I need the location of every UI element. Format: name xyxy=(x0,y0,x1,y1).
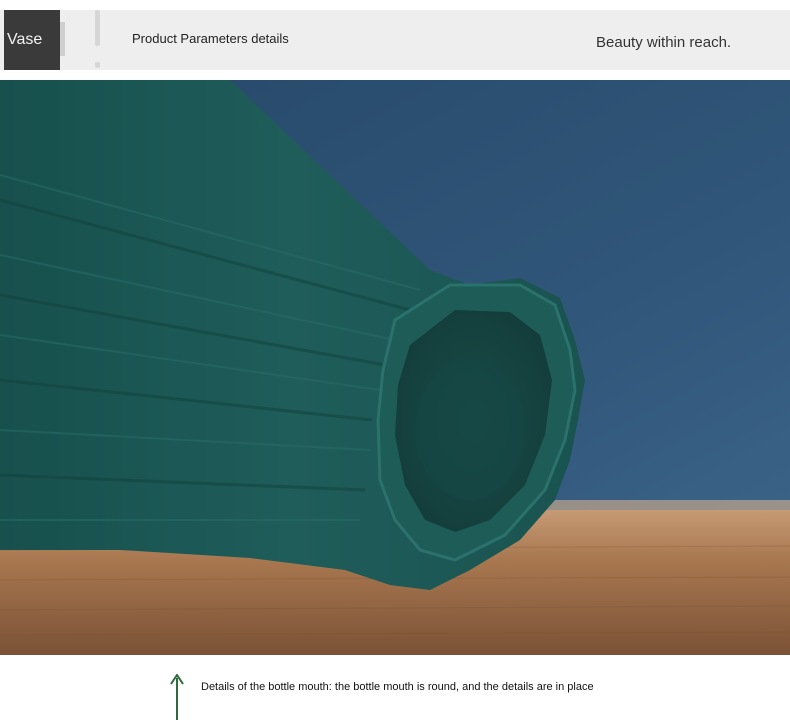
product-tag: Vase xyxy=(4,10,60,70)
arrow-up-icon xyxy=(170,674,184,720)
detail-caption: Details of the bottle mouth: the bottle … xyxy=(201,681,594,693)
section-title: Product Parameters details xyxy=(132,31,289,46)
slogan-text: Beauty within reach. xyxy=(596,34,732,51)
vase-mouth-photo xyxy=(0,80,790,655)
separator-dot xyxy=(95,62,100,68)
separator-bar xyxy=(95,10,100,46)
tag-edge-decoration xyxy=(60,22,65,56)
